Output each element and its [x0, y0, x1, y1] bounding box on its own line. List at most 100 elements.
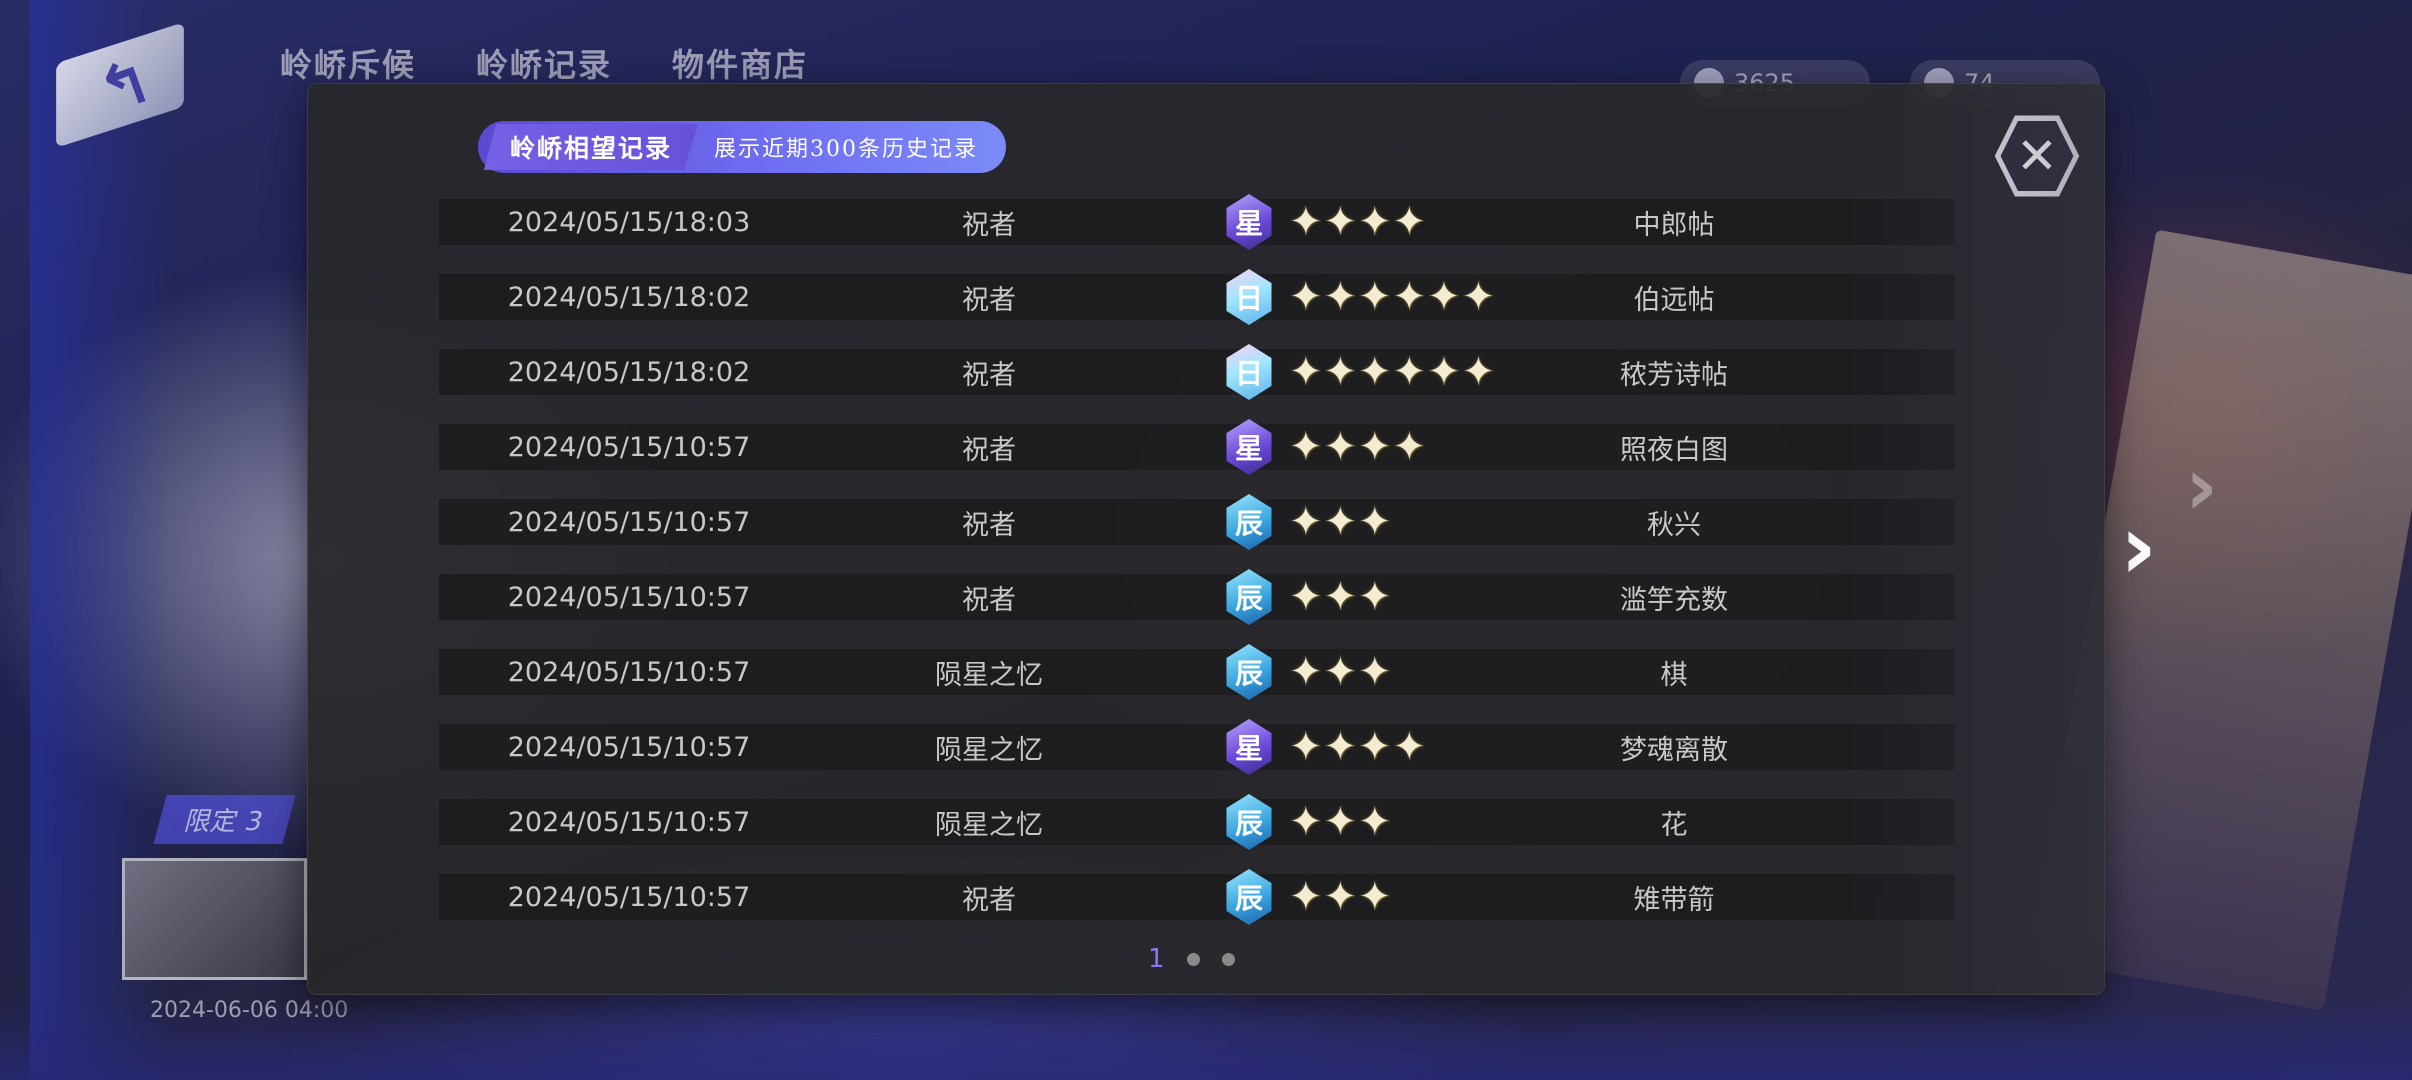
- record-time: 2024/05/15/10:57: [507, 431, 751, 463]
- record-time: 2024/05/15/10:57: [507, 881, 751, 913]
- star-icon: ✦: [1358, 424, 1392, 470]
- record-row: 2024/05/15/18:03 祝者星 ✦ ✦ ✦ ✦ 中郎帖: [439, 194, 1955, 250]
- star-rating: ✦ ✦ ✦ ✦ ✦ ✦: [1289, 349, 1495, 395]
- close-icon: ✕: [2016, 127, 2058, 185]
- star-icon: ✦: [1323, 574, 1358, 620]
- event-thumbnail[interactable]: [122, 858, 307, 980]
- record-pool: 陨星之忆: [935, 809, 1043, 841]
- rank-badge-label: 星: [1226, 419, 1272, 475]
- record-pool: 陨星之忆: [935, 734, 1043, 766]
- top-tab[interactable]: 岭峤斥候: [280, 40, 416, 86]
- back-button[interactable]: ↰: [40, 20, 210, 150]
- record-time: 2024/05/15/18:02: [507, 281, 751, 313]
- record-row: 2024/05/15/10:57 祝者辰 ✦ ✦ ✦ 滥竽充数: [439, 569, 1955, 625]
- rank-badge-label: 日: [1226, 344, 1272, 400]
- star-rating: ✦ ✦ ✦: [1289, 799, 1392, 845]
- rank-badge: 星: [1221, 417, 1277, 477]
- rank-badge: 辰: [1221, 567, 1277, 627]
- star-icon: ✦: [1289, 199, 1323, 245]
- star-rating: ✦ ✦ ✦: [1289, 499, 1392, 545]
- record-time: 2024/05/15/10:57: [507, 581, 751, 613]
- star-rating: ✦ ✦ ✦ ✦: [1289, 724, 1426, 770]
- page-dot[interactable]: [1186, 952, 1200, 966]
- record-pool: 祝者: [962, 884, 1016, 916]
- star-icon: ✦: [1358, 724, 1392, 770]
- star-icon: ✦: [1289, 649, 1323, 695]
- record-pool: 祝者: [962, 209, 1016, 241]
- star-icon: ✦: [1392, 349, 1427, 395]
- star-rating: ✦ ✦ ✦: [1289, 574, 1392, 620]
- star-rating: ✦ ✦ ✦ ✦: [1289, 199, 1426, 245]
- record-time: 2024/05/15/18:02: [507, 356, 751, 388]
- dialog-title: 岭峤相望记录: [484, 124, 698, 170]
- page-dot[interactable]: [1221, 952, 1235, 966]
- page-indicator-current[interactable]: 1: [1148, 944, 1165, 974]
- star-icon: ✦: [1358, 874, 1392, 920]
- star-icon: ✦: [1392, 274, 1427, 320]
- next-page-arrow[interactable]: ›: [2120, 495, 2157, 600]
- star-icon: ✦: [1289, 274, 1323, 320]
- top-tabs: 岭峤斥候 岭峤记录 物件商店: [280, 40, 808, 86]
- record-time: 2024/05/15/18:03: [507, 206, 751, 238]
- record-time: 2024/05/15/10:57: [507, 806, 751, 838]
- record-item-name: 滥竽充数: [1620, 584, 1728, 616]
- record-list: 2024/05/15/18:03 祝者星 ✦ ✦ ✦ ✦ 中郎帖 2024/05/15/18:…: [439, 194, 1955, 949]
- dialog-subtitle: 展示近期300条历史记录: [714, 137, 979, 162]
- star-icon: ✦: [1358, 499, 1392, 545]
- background-bottom-glow: [0, 1000, 2412, 1080]
- star-icon: ✦: [1323, 199, 1358, 245]
- record-pool: 祝者: [962, 584, 1016, 616]
- star-icon: ✦: [1427, 274, 1461, 320]
- record-item-name: 秾芳诗帖: [1620, 359, 1728, 391]
- record-row: 2024/05/15/10:57 祝者星 ✦ ✦ ✦ ✦ 照夜白图: [439, 419, 1955, 475]
- top-tab[interactable]: 物件商店: [672, 40, 808, 86]
- star-icon: ✦: [1358, 349, 1392, 395]
- rank-badge-label: 辰: [1226, 569, 1272, 625]
- record-time: 2024/05/15/10:57: [507, 506, 751, 538]
- dialog-header: 岭峤相望记录 展示近期300条历史记录: [478, 121, 1006, 173]
- star-icon: ✦: [1323, 349, 1358, 395]
- star-icon: ✦: [1358, 274, 1392, 320]
- rank-badge: 星: [1221, 717, 1277, 777]
- rank-badge: 辰: [1221, 867, 1277, 927]
- record-item-name: 花: [1660, 809, 1688, 841]
- record-pool: 祝者: [962, 359, 1016, 391]
- star-icon: ✦: [1289, 874, 1323, 920]
- star-icon: ✦: [1392, 724, 1427, 770]
- star-icon: ✦: [1392, 199, 1427, 245]
- star-icon: ✦: [1358, 199, 1392, 245]
- record-item-name: 照夜白图: [1620, 434, 1728, 466]
- record-pool: 祝者: [962, 434, 1016, 466]
- star-icon: ✦: [1358, 574, 1392, 620]
- record-item-name: 中郎帖: [1633, 209, 1715, 241]
- record-row: 2024/05/15/10:57 陨星之忆辰 ✦ ✦ ✦ 花: [439, 794, 1955, 850]
- record-pool: 祝者: [962, 284, 1016, 316]
- record-item-name: 秋兴: [1647, 509, 1701, 541]
- rank-badge-label: 辰: [1226, 644, 1272, 700]
- star-icon: ✦: [1392, 424, 1427, 470]
- star-rating: ✦ ✦ ✦ ✦ ✦ ✦: [1289, 274, 1495, 320]
- star-icon: ✦: [1358, 799, 1392, 845]
- record-time: 2024/05/15/10:57: [507, 731, 751, 763]
- star-icon: ✦: [1289, 724, 1323, 770]
- rank-badge: 辰: [1221, 642, 1277, 702]
- star-icon: ✦: [1289, 574, 1323, 620]
- top-tab[interactable]: 岭峤记录: [476, 40, 612, 86]
- rank-badge: 辰: [1221, 792, 1277, 852]
- star-icon: ✦: [1289, 799, 1323, 845]
- star-icon: ✦: [1323, 499, 1358, 545]
- star-icon: ✦: [1323, 424, 1358, 470]
- rank-badge: 星: [1221, 192, 1277, 252]
- close-button[interactable]: ✕: [1993, 112, 2081, 200]
- rank-badge-label: 辰: [1226, 494, 1272, 550]
- history-dialog: 岭峤相望记录 展示近期300条历史记录 ✕ 2024/05/15/18:03 祝者…: [307, 83, 2105, 995]
- star-rating: ✦ ✦ ✦: [1289, 874, 1392, 920]
- record-row: 2024/05/15/10:57 陨星之忆辰 ✦ ✦ ✦ 棋: [439, 644, 1955, 700]
- star-icon: ✦: [1358, 649, 1392, 695]
- rank-badge-label: 星: [1226, 719, 1272, 775]
- star-icon: ✦: [1289, 424, 1323, 470]
- record-pool: 祝者: [962, 509, 1016, 541]
- rank-badge-label: 星: [1226, 194, 1272, 250]
- record-row: 2024/05/15/10:57 祝者 辰 ✦ ✦ ✦ 秋兴: [439, 494, 1955, 550]
- record-pool: 陨星之忆: [935, 659, 1043, 691]
